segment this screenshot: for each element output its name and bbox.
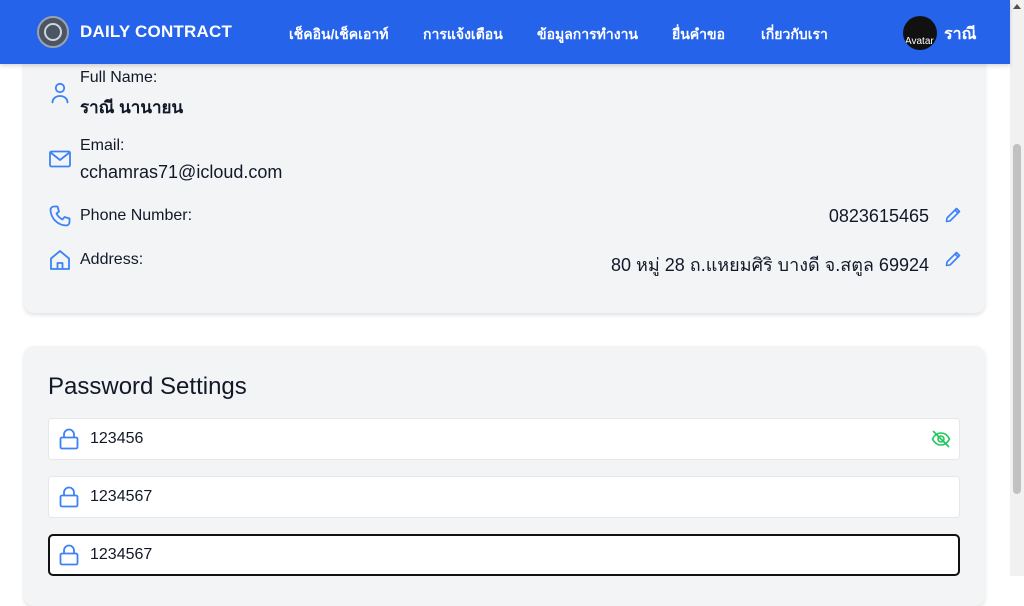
full-name-label: Full Name: xyxy=(80,69,158,86)
nav-item-requests[interactable]: ยื่นคำขอ xyxy=(672,24,725,46)
address-label: Address: xyxy=(80,251,144,268)
top-navbar: DAILY CONTRACT เช็คอิน/เช็คเอาท์ การแจ้ง… xyxy=(0,0,1010,64)
phone-icon xyxy=(49,205,71,227)
avatar-alt-text: Avatar xyxy=(905,36,934,47)
confirm-password-field[interactable]: 1234567 xyxy=(48,534,960,576)
page-scrollbar[interactable] xyxy=(1010,0,1024,576)
pencil-icon xyxy=(945,251,961,267)
lock-icon xyxy=(58,544,80,571)
home-icon xyxy=(49,249,71,271)
lock-icon xyxy=(58,486,80,513)
user-icon xyxy=(50,82,70,104)
email-value: cchamras71@icloud.com xyxy=(80,162,283,182)
edit-phone-button[interactable] xyxy=(944,206,964,226)
full-name-value: ราณี นานายน xyxy=(80,98,184,117)
avatar[interactable]: Avatar xyxy=(903,16,937,50)
edit-address-button[interactable] xyxy=(944,250,964,270)
pencil-icon xyxy=(945,207,961,223)
brand-logo[interactable] xyxy=(37,16,69,48)
nav-item-notifications[interactable]: การแจ้งเตือน xyxy=(423,24,503,46)
nav-item-work-info[interactable]: ข้อมูลการทำงาน xyxy=(537,24,638,46)
nav-item-checkin[interactable]: เช็คอิน/เช็คเอาท์ xyxy=(289,24,388,46)
nav-item-about[interactable]: เกี่ยวกับเรา xyxy=(761,24,828,46)
new-password-field[interactable]: 1234567 xyxy=(48,476,960,518)
lock-icon xyxy=(58,428,80,455)
user-name[interactable]: ราณี xyxy=(944,22,976,47)
phone-value: 0823615465 xyxy=(828,206,929,226)
scroll-up-arrow-icon[interactable] xyxy=(1013,4,1021,9)
eye-off-icon[interactable] xyxy=(931,429,951,454)
current-password-field[interactable]: 123456 xyxy=(48,418,960,460)
email-label: Email: xyxy=(80,137,125,154)
current-password-value: 123456 xyxy=(90,430,144,447)
new-password-value: 1234567 xyxy=(90,488,153,505)
phone-label: Phone Number: xyxy=(80,207,193,224)
address-value: 80 หมู่ 28 ถ.แหยมศิริ บางดี จ.สตูล 69924 xyxy=(611,255,929,275)
brand-name[interactable]: DAILY CONTRACT xyxy=(80,22,232,42)
confirm-password-value: 1234567 xyxy=(90,546,153,563)
mail-icon xyxy=(49,150,71,168)
scrollbar-thumb[interactable] xyxy=(1013,144,1021,494)
password-settings-title: Password Settings xyxy=(48,373,247,400)
